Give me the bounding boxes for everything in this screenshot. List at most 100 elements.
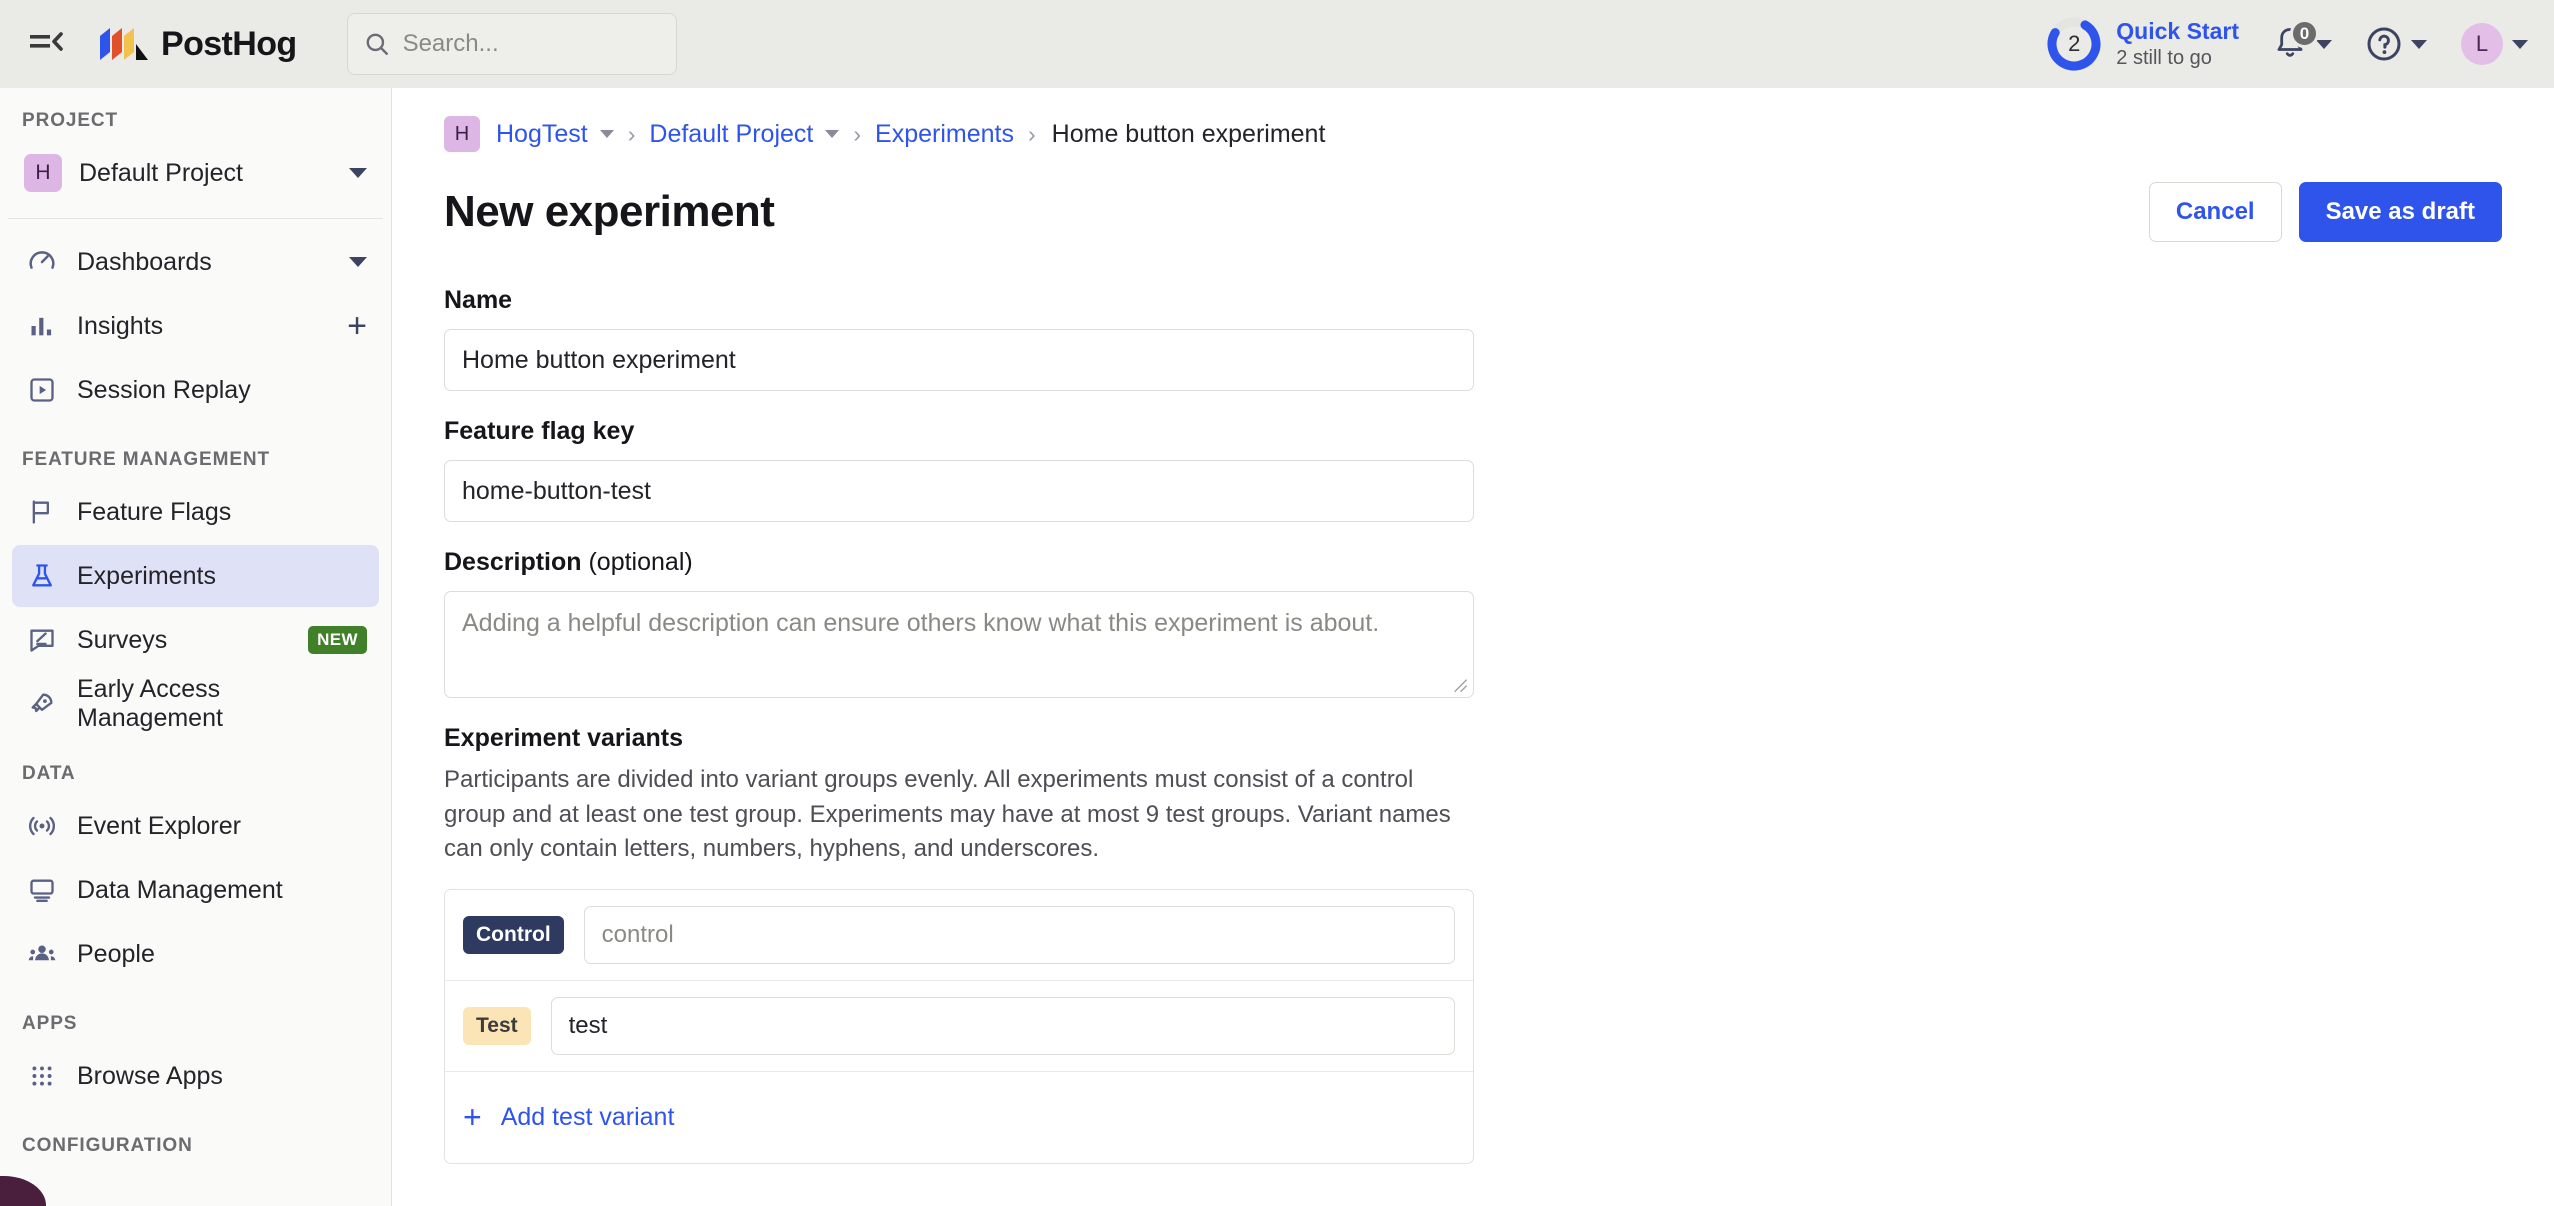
flag-icon [24, 494, 60, 530]
breadcrumb-org-badge: H [444, 116, 480, 152]
sidebar-item-event-explorer[interactable]: Event Explorer [12, 795, 379, 857]
dashboard-gauge-icon [24, 244, 60, 280]
breadcrumb: H HogTest › Default Project › Experiment… [444, 108, 2554, 160]
variant-key-input-control[interactable]: control [583, 905, 1455, 964]
breadcrumb-current-page: Home button experiment [1051, 119, 1326, 148]
sidebar-divider [8, 218, 383, 219]
sidebar-item-label: Browse Apps [77, 1061, 223, 1090]
quick-start-count: 2 [2068, 31, 2081, 56]
live-events-icon [24, 808, 60, 844]
quick-start-button[interactable]: 2 Quick Start 2 still to go [2046, 16, 2239, 72]
chevron-down-icon [349, 168, 367, 178]
status-badge-new: NEW [308, 626, 367, 654]
project-name: Default Project [79, 158, 243, 187]
sidebar-item-session-replay[interactable]: Session Replay [12, 359, 379, 421]
description-label: Description (optional) [444, 548, 693, 576]
user-menu-button[interactable]: L [2461, 23, 2528, 65]
add-test-variant-button[interactable]: + Add test variant [445, 1072, 1473, 1163]
quick-start-subtitle: 2 still to go [2116, 47, 2212, 70]
sidebar-item-dashboards[interactable]: Dashboards [12, 231, 379, 293]
sidebar-item-data-management[interactable]: Data Management [12, 859, 379, 921]
posthog-app-window: PostHog Search... 2 Quick Start 2 still … [0, 0, 2554, 1206]
breadcrumb-project-link[interactable]: Default Project [649, 120, 813, 149]
sidebar-item-people[interactable]: People [12, 923, 379, 985]
posthog-logo-icon [100, 28, 148, 60]
sidebar-section-apps: APPS [22, 1013, 78, 1034]
breadcrumb-separator: › [627, 120, 636, 147]
quick-start-title: Quick Start [2116, 17, 2239, 44]
name-label: Name [444, 286, 513, 314]
name-field[interactable]: Home button experiment [444, 329, 1474, 391]
page-actions: Cancel Save as draft [2148, 182, 2502, 242]
add-test-variant-label: Add test variant [500, 1102, 675, 1131]
sidebar-item-label: Early Access Management [77, 675, 223, 732]
variant-row-test: Test test [445, 981, 1473, 1072]
dashboards-expand[interactable] [349, 257, 367, 267]
sidebar-item-label: Data Management [77, 875, 283, 904]
page-header: New experiment Cancel Save as draft [444, 182, 2502, 242]
search-input[interactable]: Search... [346, 13, 677, 75]
top-bar: PostHog Search... 2 Quick Start 2 still … [0, 0, 2554, 88]
page-title: New experiment [444, 187, 775, 236]
breadcrumb-org-link[interactable]: HogTest [496, 120, 588, 149]
help-circle-icon [2367, 27, 2401, 61]
sidebar-item-surveys[interactable]: Surveys NEW [12, 609, 379, 671]
variant-row-control: Control control [445, 890, 1473, 981]
variant-type-badge: Control [463, 915, 564, 954]
feature-flag-key-field[interactable]: home-button-test [444, 460, 1474, 522]
sidebar-item-label: Dashboards [77, 247, 212, 276]
breadcrumb-separator: › [1027, 120, 1036, 147]
top-bar-right-controls: 2 Quick Start 2 still to go 0 L [2046, 16, 2528, 72]
sidebar-item-feature-flags[interactable]: Feature Flags [12, 481, 379, 543]
sidebar-section-feature-management: FEATURE MANAGEMENT [22, 449, 271, 470]
play-square-icon [24, 372, 60, 408]
sidebar-item-experiments[interactable]: Experiments [12, 545, 379, 607]
flask-icon [24, 558, 60, 594]
sidebar-item-browse-apps[interactable]: Browse Apps [12, 1045, 379, 1107]
chevron-down-icon [349, 257, 367, 267]
notifications-button[interactable]: 0 [2273, 19, 2332, 62]
search-icon [366, 33, 388, 55]
sidebar-item-label: Event Explorer [77, 811, 241, 840]
rocket-icon [24, 686, 60, 722]
posthog-logo[interactable]: PostHog [98, 25, 297, 64]
project-badge: H [24, 154, 62, 192]
variants-list: Control control Test test + Add test var… [444, 888, 1474, 1164]
avatar: L [2461, 23, 2503, 65]
plus-icon: + [463, 1099, 482, 1136]
feature-flag-key-label: Feature flag key [444, 417, 635, 445]
sidebar-item-insights[interactable]: Insights + [12, 295, 379, 357]
people-icon [24, 936, 60, 972]
brand-name: PostHog [161, 24, 297, 63]
cancel-button[interactable]: Cancel [2148, 182, 2282, 242]
help-button[interactable] [2366, 26, 2427, 62]
sidebar: PROJECT H Default Project Dashboards Ins… [0, 88, 392, 1206]
monitor-icon [24, 872, 60, 908]
experiment-variants-helper-text: Participants are divided into variant gr… [444, 766, 1451, 863]
chevron-down-icon[interactable] [599, 130, 614, 138]
chevron-down-icon[interactable] [825, 130, 840, 138]
variant-key-input-test[interactable]: test [550, 996, 1455, 1055]
experiment-variants-label: Experiment variants [444, 724, 683, 752]
search-placeholder: Search... [402, 30, 499, 57]
grid-dots-icon [24, 1058, 60, 1094]
experiment-form: Name Home button experiment Feature flag… [444, 286, 1474, 1164]
description-textarea[interactable]: Adding a helpful description can ensure … [444, 591, 1474, 698]
survey-comment-icon [24, 622, 60, 658]
sidebar-item-label: Session Replay [77, 375, 251, 404]
sidebar-item-early-access-management[interactable]: Early Access Management [12, 673, 379, 735]
save-as-draft-button[interactable]: Save as draft [2298, 182, 2502, 242]
breadcrumb-section-link[interactable]: Experiments [875, 120, 1014, 149]
sidebar-project-switcher[interactable]: H Default Project [14, 142, 377, 204]
add-insight-button[interactable]: + [347, 309, 367, 343]
sidebar-item-label: Feature Flags [77, 497, 232, 526]
sidebar-section-configuration: CONFIGURATION [22, 1135, 193, 1156]
sidebar-section-data: DATA [22, 763, 76, 784]
collapse-sidebar-icon[interactable] [24, 22, 68, 66]
main-content: H HogTest › Default Project › Experiment… [392, 88, 2554, 1206]
bar-chart-icon [24, 308, 60, 344]
sidebar-item-label: People [77, 939, 155, 968]
resize-handle-icon[interactable] [1452, 677, 1468, 693]
breadcrumb-separator: › [853, 120, 862, 147]
chevron-down-icon [2512, 39, 2528, 49]
